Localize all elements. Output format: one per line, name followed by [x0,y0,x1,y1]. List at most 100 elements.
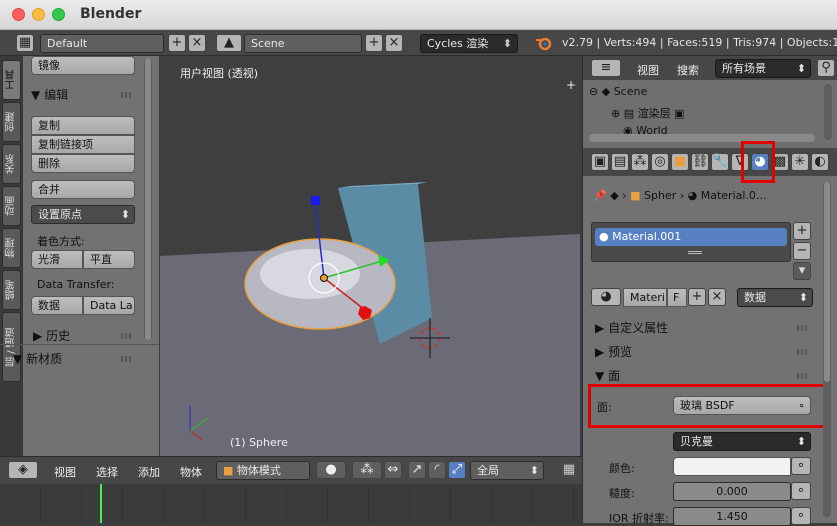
manipulator-toggle-icon[interactable]: ⇔ [384,461,402,479]
mirror-button[interactable]: 镜像 [31,56,135,75]
set-origin-dropdown[interactable]: 设置原点 ⬍ [31,205,135,224]
material-name-field[interactable]: Materi [623,288,667,307]
minimize-window-button[interactable] [32,8,45,21]
material-slot-item[interactable]: ● Material.001 [595,228,787,246]
drag-handle-icon[interactable] [797,349,809,355]
object-tab-icon[interactable]: ■ [671,153,689,171]
preview-panel-header[interactable]: ▶ 预览 [595,343,815,360]
timeline[interactable] [0,484,582,523]
tab-layers-channels[interactable]: 层 / 通道 [2,312,21,382]
custom-props-panel-header[interactable]: ▶ 自定义属性 [595,319,815,336]
drag-handle-icon[interactable] [121,333,133,339]
world-tab-icon[interactable]: ◎ [651,153,669,171]
current-frame-marker[interactable] [100,484,102,523]
transform-orientation-dropdown[interactable]: 全局 ⬍ [470,461,544,480]
viewport-shading-icon[interactable]: ● [316,461,346,479]
material-slot-list[interactable]: ● Material.001 [591,222,791,262]
tab-animation[interactable]: 动画 [2,186,21,226]
tool-shelf-scrollbar[interactable] [144,58,152,340]
duplicate-button[interactable]: 复制 [31,116,135,135]
outliner-item-render-layers[interactable]: ⊕ ▤ 渲染层 ▣ [611,105,685,121]
search-icon[interactable]: ⚲ [817,59,835,77]
duplicate-linked-button[interactable]: 复制链接项 [31,135,135,154]
link-dropdown[interactable]: 数据 ⬍ [737,288,813,307]
scale-manipulator-icon[interactable]: ⤢ [448,461,466,479]
tab-tools[interactable]: 工具 [2,60,21,100]
add-slot-icon[interactable]: + [793,222,811,240]
menu-add[interactable]: 添加 [138,464,160,480]
scene-tab-icon[interactable]: ⁂ [631,153,649,171]
data-transfer-button[interactable]: 数据 [31,296,83,315]
scene-selector[interactable]: Scene [244,34,362,53]
menu-view[interactable]: 视图 [54,464,76,480]
color-swatch[interactable] [673,457,791,476]
surface-highlight [588,384,827,428]
color-connect-icon[interactable]: ∘ [791,457,811,475]
delete-button[interactable]: 删除 [31,154,135,173]
pin-icon[interactable]: 📌 [593,189,607,202]
add-scene-icon[interactable]: + [365,34,383,52]
new-material-icon[interactable]: + [688,288,706,306]
tab-relations[interactable]: 关系 [2,144,21,184]
modifiers-tab-icon[interactable]: 🔧 [711,153,729,171]
3d-viewport[interactable]: 用户视图 (透视) (1) Sphere + [160,56,580,456]
surface-panel-header[interactable]: ▼ 面 [595,367,815,384]
drag-handle-icon[interactable] [797,325,809,331]
drag-handle-icon[interactable] [121,356,133,362]
render-tab-icon[interactable]: ▣ [591,153,609,171]
list-resize-handle[interactable] [688,251,702,254]
menu-select[interactable]: 选择 [96,464,118,480]
link-label: 数据 [744,291,766,304]
close-window-button[interactable] [12,8,25,21]
menu-search[interactable]: 搜索 [677,62,699,78]
tab-grease-pencil[interactable]: 蜡笔 [2,270,21,310]
tab-create[interactable]: 创建 [2,102,21,142]
outliner-item-scene[interactable]: ⊖ ◆ Scene [589,85,647,98]
shade-smooth-button[interactable]: 光滑 [31,250,83,269]
roughness-connect-icon[interactable]: ∘ [791,482,811,500]
unlink-material-icon[interactable]: × [708,288,726,306]
render-engine-selector[interactable]: Cycles 渲染 ⬍ [420,34,518,53]
expand-properties-icon[interactable]: + [566,78,576,92]
remove-slot-icon[interactable]: − [793,242,811,260]
properties-scrollbar[interactable] [823,182,831,517]
join-button[interactable]: 合并 [31,180,135,199]
drag-handle-icon[interactable] [121,92,133,98]
remove-scene-icon[interactable]: × [385,34,403,52]
ior-connect-icon[interactable]: ∘ [791,507,811,525]
particles-tab-icon[interactable]: ✳ [791,153,809,171]
viewport-scene[interactable] [160,56,580,456]
shade-flat-button[interactable]: 平直 [83,250,135,269]
pivot-point-icon[interactable]: ⁂ [352,461,382,479]
physics-tab-icon[interactable]: ◐ [811,153,829,171]
menu-view[interactable]: 视图 [637,62,659,78]
tab-physics[interactable]: 物理 [2,228,21,268]
outliner-h-scrollbar[interactable] [589,134,815,142]
rotate-manipulator-icon[interactable]: ◜ [428,461,446,479]
slot-specials-icon[interactable]: ▾ [793,262,811,280]
remove-layout-icon[interactable]: × [188,34,206,52]
layout-selector[interactable]: Default [40,34,164,53]
menu-object[interactable]: 物体 [180,464,202,480]
constraints-tab-icon[interactable]: ⛓ [691,153,709,171]
scale-z-handle[interactable] [311,196,320,205]
data-layout-button[interactable]: Data La [83,296,135,315]
editor-type-icon[interactable]: ▦ [16,34,34,52]
browse-material-icon[interactable]: ◕ [591,288,621,306]
interaction-mode-dropdown[interactable]: ■ 物体模式 [216,461,310,480]
editor-type-icon[interactable]: ◈ [8,461,38,479]
render-layers-tab-icon[interactable]: ▤ [611,153,629,171]
editor-type-icon[interactable]: ≡ [591,59,621,77]
display-mode-dropdown[interactable]: 所有场景 ⬍ [715,59,811,78]
maximize-window-button[interactable] [52,8,65,21]
layers-grid-icon[interactable]: ▦ [560,461,578,479]
scene-icon[interactable]: ▲ [216,34,242,52]
outliner-v-scrollbar[interactable] [824,84,832,140]
ior-field[interactable]: 1.450 [673,507,791,526]
fake-user-button[interactable]: F [667,288,687,307]
roughness-field[interactable]: 0.000 [673,482,791,501]
distribution-dropdown[interactable]: 贝克曼 ⬍ [673,432,811,451]
add-layout-icon[interactable]: + [168,34,186,52]
translate-manipulator-icon[interactable]: ↗ [408,461,426,479]
drag-handle-icon[interactable] [797,373,809,379]
